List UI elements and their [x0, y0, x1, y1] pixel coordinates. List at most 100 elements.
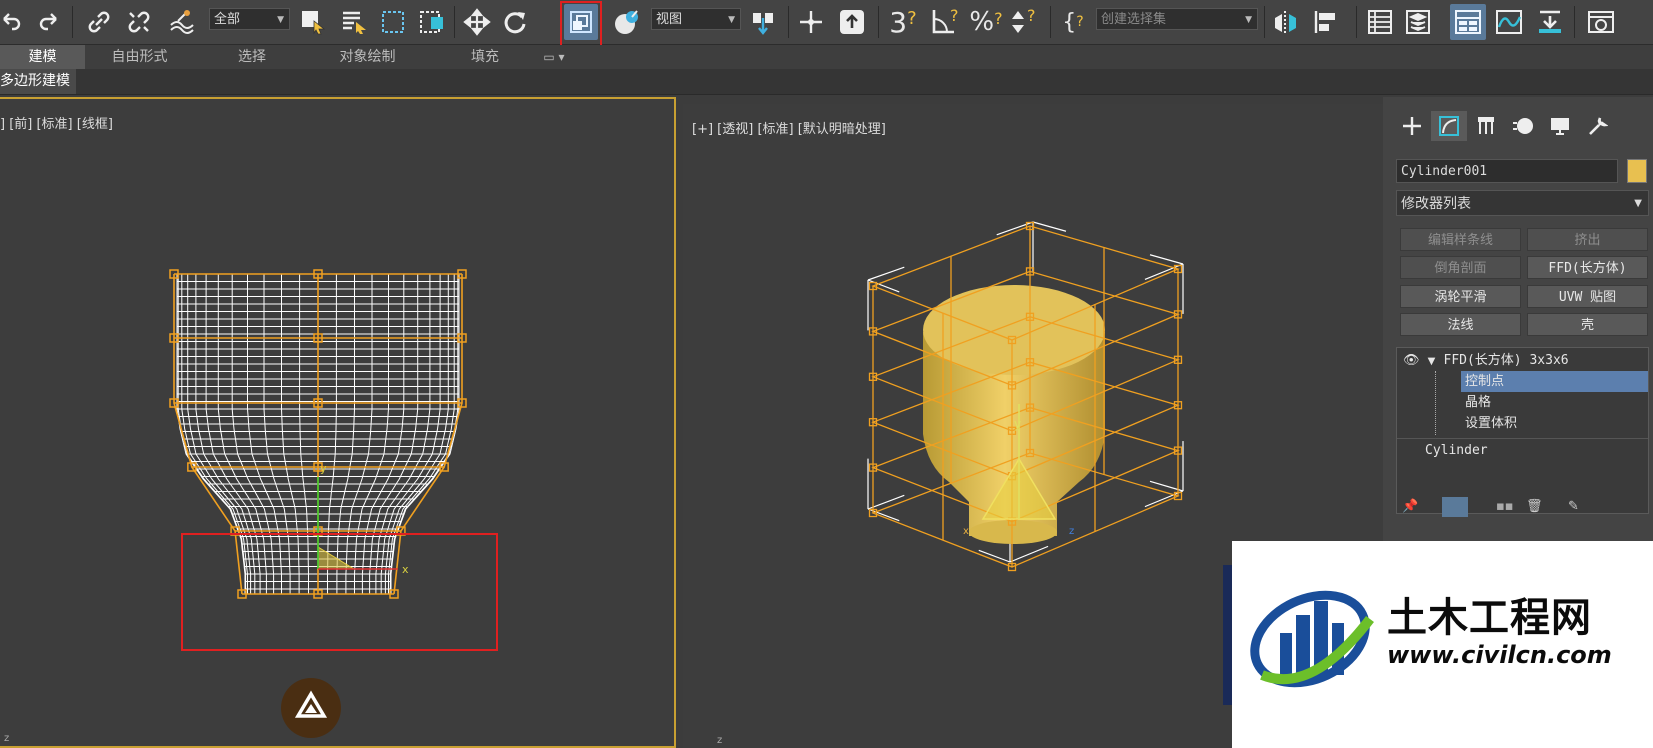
ribbon-panel-bar: 多边形建模	[0, 69, 1653, 95]
ribbon-icon[interactable]	[1450, 4, 1486, 40]
stack-sub-lattice[interactable]: 晶格	[1465, 392, 1491, 413]
svg-text:?: ?	[1027, 7, 1036, 25]
layer-explorer-icon[interactable]	[1402, 4, 1434, 40]
tab-modeling[interactable]: 建模	[0, 45, 85, 69]
cylinder-bottom	[969, 520, 1057, 544]
ref-coord-value: 视图	[656, 12, 683, 27]
link-icon[interactable]	[84, 4, 114, 40]
stack-sub-set-volume[interactable]: 设置体积	[1465, 413, 1517, 434]
axis-label: z	[1069, 526, 1074, 537]
stack-item-label: FFD(长方体) 3x3x6	[1443, 353, 1569, 368]
snap-3d-icon[interactable]: 3?	[885, 4, 921, 40]
render-setup-icon[interactable]	[1584, 4, 1618, 40]
chevron-down-icon: ▼	[277, 15, 284, 25]
modifier-list-dropdown[interactable]: 修改器列表 ▼	[1396, 190, 1649, 216]
tab-populate[interactable]: 填充	[455, 45, 515, 69]
axis-label: x	[963, 526, 969, 537]
ribbon-options-icon[interactable]: ▭ ▾	[537, 45, 571, 69]
pin-stack-icon[interactable]: 📌	[1402, 499, 1418, 514]
stack-sub-control-points[interactable]: 控制点	[1461, 371, 1648, 392]
bbox-corner	[1144, 263, 1184, 280]
schematic-icon[interactable]	[1533, 4, 1567, 40]
pivot-icon[interactable]	[748, 4, 780, 40]
named-selection-dropdown[interactable]: 创建选择集 ▼	[1096, 8, 1258, 30]
eye-icon[interactable]: 👁	[1403, 353, 1420, 368]
bbox-corner	[867, 266, 905, 281]
main-toolbar: 全部 ▼ 视图 ▼ 3? ? %? ? {? 创建选择集 ▼	[0, 0, 1653, 48]
ref-coord-dropdown[interactable]: 视图 ▼	[651, 8, 741, 30]
mirror-icon[interactable]	[1270, 4, 1302, 40]
named-selection-placeholder: 创建选择集	[1101, 12, 1167, 27]
bind-spacewarp-icon[interactable]	[166, 4, 198, 40]
selection-filter-dropdown[interactable]: 全部 ▼	[209, 8, 290, 30]
watermark-url: www.civilcn.com	[1387, 641, 1612, 669]
highlight-box	[560, 1, 602, 48]
curve-editor-icon[interactable]	[1492, 4, 1526, 40]
modify-tab-icon[interactable]	[1431, 111, 1467, 141]
align-icon[interactable]	[1310, 4, 1342, 40]
bevel-profile-button[interactable]: 倒角剖面	[1400, 256, 1521, 279]
modifier-list-label: 修改器列表	[1401, 196, 1471, 212]
stack-item-cylinder[interactable]: Cylinder	[1425, 440, 1488, 461]
show-end-result-icon[interactable]	[1442, 497, 1468, 517]
rotate-icon[interactable]	[500, 4, 530, 40]
extrude-button[interactable]: 挤出	[1527, 228, 1648, 251]
window-crossing-icon[interactable]	[416, 4, 448, 40]
tab-object-paint[interactable]: 对象绘制	[325, 45, 410, 69]
axis-label: z	[717, 735, 723, 746]
edit-spline-button[interactable]: 编辑样条线	[1400, 228, 1521, 251]
remove-modifier-icon[interactable]: 🗑	[1526, 499, 1543, 514]
rect-region-icon[interactable]	[378, 4, 408, 40]
undo-icon[interactable]	[0, 4, 22, 40]
angle-snap-icon[interactable]: ?	[928, 4, 964, 40]
edit-named-sets-icon[interactable]: {?	[1058, 4, 1088, 40]
display-tab-icon[interactable]	[1542, 111, 1578, 141]
chevron-down-icon: ▼	[728, 15, 735, 25]
configure-sets-icon[interactable]: ✎	[1568, 499, 1579, 514]
ffd-box-button[interactable]: FFD(长方体)	[1527, 256, 1648, 279]
redo-icon[interactable]	[36, 4, 64, 40]
tab-freeform[interactable]: 自由形式	[92, 45, 187, 69]
select-by-name-icon[interactable]	[338, 4, 370, 40]
bbox-corner	[1032, 221, 1067, 232]
utilities-tab-icon[interactable]	[1579, 111, 1615, 141]
svg-text:?: ?	[950, 7, 959, 25]
watermark-logo	[1250, 590, 1374, 688]
select-object-icon[interactable]	[298, 4, 328, 40]
shell-button[interactable]: 壳	[1527, 313, 1648, 336]
manipulate-icon[interactable]	[796, 4, 826, 40]
stack-toolbar: 📌 ▪▪ 🗑 ✎	[1396, 497, 1649, 517]
make-unique-icon[interactable]: ▪▪	[1496, 499, 1514, 514]
chevron-down-icon: ▼	[1634, 198, 1642, 209]
hierarchy-tab-icon[interactable]	[1468, 111, 1504, 141]
object-color-swatch[interactable]	[1627, 159, 1647, 183]
highlight-box	[181, 533, 498, 651]
motion-tab-icon[interactable]	[1505, 111, 1541, 141]
axis-label: y	[320, 462, 327, 475]
scene-explorer-icon[interactable]	[1364, 4, 1396, 40]
axis-label: y	[1014, 417, 1021, 431]
chevron-down-icon: ▼	[1245, 15, 1252, 25]
spinner-snap-icon[interactable]: ?	[1008, 4, 1044, 40]
placement-icon[interactable]	[610, 4, 644, 40]
polygon-modeling-panel[interactable]: 多边形建模	[0, 69, 76, 94]
watermark-name: 土木工程网	[1387, 595, 1592, 641]
turbosmooth-button[interactable]: 涡轮平滑	[1400, 285, 1521, 308]
unlink-icon[interactable]	[124, 4, 154, 40]
axis-label: z	[4, 733, 10, 744]
create-tab-icon[interactable]	[1394, 111, 1430, 141]
watermark: 土木工程网 www.civilcn.com	[1232, 541, 1653, 748]
stack-item-ffd[interactable]: 👁 ▼ FFD(长方体) 3x3x6	[1403, 350, 1569, 371]
object-name-field[interactable]: Cylinder001	[1396, 159, 1618, 183]
snap-toggle-bubble[interactable]	[281, 678, 341, 738]
ribbon-tabs: 建模 自由形式 选择 对象绘制 填充 ▭ ▾	[0, 45, 1653, 69]
normal-button[interactable]: 法线	[1400, 313, 1521, 336]
expand-arrow-icon[interactable]: ▼	[1428, 356, 1436, 367]
uvw-map-button[interactable]: UVW 贴图	[1527, 285, 1648, 308]
move-icon[interactable]	[461, 4, 493, 40]
front-viewport[interactable]: ] [前] [标准] [线框] yx z	[0, 97, 676, 748]
percent-snap-icon[interactable]: %?	[968, 4, 1004, 40]
keyboard-shortcut-icon[interactable]	[836, 4, 868, 40]
bbox-corner	[1144, 490, 1184, 508]
tab-selection[interactable]: 选择	[222, 45, 282, 69]
